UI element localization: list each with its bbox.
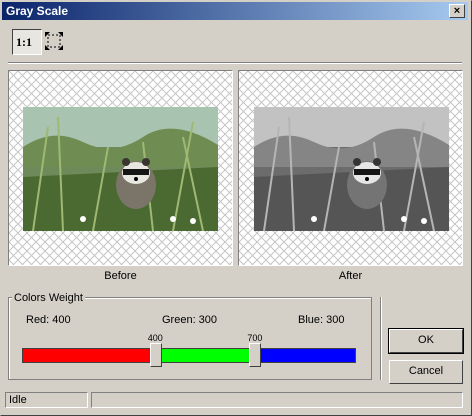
before-image	[23, 107, 218, 231]
fit-to-window-icon	[45, 32, 63, 50]
cancel-button[interactable]: Cancel	[389, 360, 463, 384]
actual-size-button[interactable]: 1:1	[12, 29, 42, 55]
before-caption: Before	[104, 270, 137, 282]
fit-to-window-button[interactable]	[44, 29, 66, 55]
window-title: Gray Scale	[6, 4, 69, 18]
green-weight-label: Green: 300	[162, 314, 218, 326]
after-image	[254, 107, 449, 231]
status-text: Idle	[5, 392, 88, 408]
thumb1-value-label: 400	[147, 333, 163, 343]
close-button[interactable]: ×	[449, 4, 465, 18]
green-blue-slider-thumb[interactable]	[249, 343, 262, 367]
thumb2-value-label: 700	[247, 333, 263, 343]
status-info-panel	[91, 392, 463, 408]
blue-weight-label: Blue: 300	[298, 314, 345, 326]
after-caption: After	[338, 270, 363, 282]
before-preview-pane	[8, 70, 233, 266]
button-divider	[380, 297, 382, 380]
weight-slider-track[interactable]	[22, 348, 356, 363]
ok-button[interactable]: OK	[388, 328, 464, 354]
after-preview-pane	[238, 70, 463, 266]
actual-size-label: 1:1	[16, 35, 32, 49]
red-weight-label: Red: 400	[26, 314, 71, 326]
title-bar[interactable]: Gray Scale ×	[2, 2, 468, 20]
colors-weight-group	[8, 297, 372, 380]
toolbar-separator	[8, 62, 462, 64]
colors-weight-legend: Colors Weight	[12, 292, 85, 304]
red-green-slider-thumb[interactable]	[149, 343, 162, 367]
close-icon: ×	[453, 5, 461, 17]
